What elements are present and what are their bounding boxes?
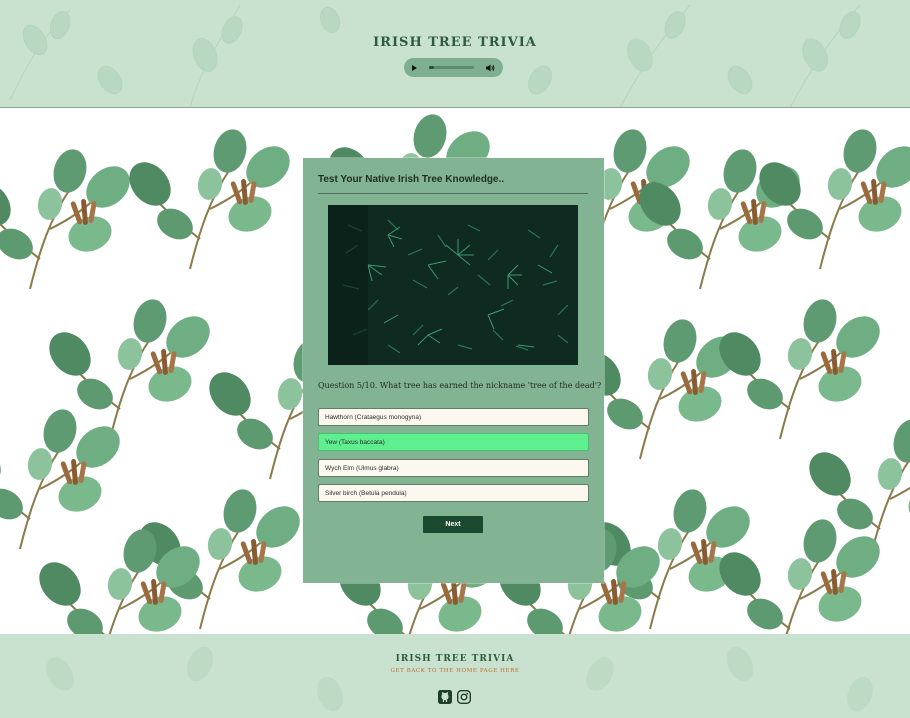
- quiz-heading: Test Your Native Irish Tree Knowledge..: [318, 174, 505, 185]
- answer-label: Wych Elm (Ulmus glabra): [325, 464, 399, 472]
- audio-player[interactable]: [404, 58, 503, 77]
- audio-progress-bar[interactable]: [429, 66, 474, 69]
- tree-photo: [328, 205, 578, 365]
- audio-progress-fill: [429, 66, 435, 69]
- header-leaf-pattern: [9, 4, 861, 107]
- answer-option-4[interactable]: Silver birch (Betula pendula): [318, 484, 589, 502]
- footer-leaf-pattern: [46, 646, 873, 712]
- heading-divider: [318, 193, 588, 194]
- instagram-icon[interactable]: [456, 689, 472, 705]
- answer-label: Hawthorn (Crataegus monogyna): [325, 413, 422, 421]
- question-text: Question 5/10. What tree has earned the …: [318, 381, 602, 390]
- quiz-card: Test Your Native Irish Tree Knowledge.. …: [303, 158, 604, 583]
- home-page-link[interactable]: GET BACK TO THE HOME PAGE HERE: [0, 668, 910, 674]
- site-footer: IRISH TREE TRIVIA GET BACK TO THE HOME P…: [0, 634, 910, 718]
- site-title: IRISH TREE TRIVIA: [373, 35, 537, 50]
- answer-label: Silver birch (Betula pendula): [325, 489, 407, 497]
- next-button[interactable]: Next: [423, 516, 483, 533]
- volume-icon[interactable]: [486, 64, 495, 72]
- answer-option-1[interactable]: Hawthorn (Crataegus monogyna): [318, 408, 589, 426]
- site-header: IRISH TREE TRIVIA: [0, 0, 910, 108]
- github-icon[interactable]: [438, 690, 452, 704]
- answer-option-2[interactable]: Yew (Taxus baccata): [318, 433, 589, 451]
- answer-option-3[interactable]: Wych Elm (Ulmus glabra): [318, 459, 589, 477]
- answer-label: Yew (Taxus baccata): [325, 438, 385, 446]
- footer-title: IRISH TREE TRIVIA: [395, 654, 515, 664]
- play-icon[interactable]: [412, 64, 417, 71]
